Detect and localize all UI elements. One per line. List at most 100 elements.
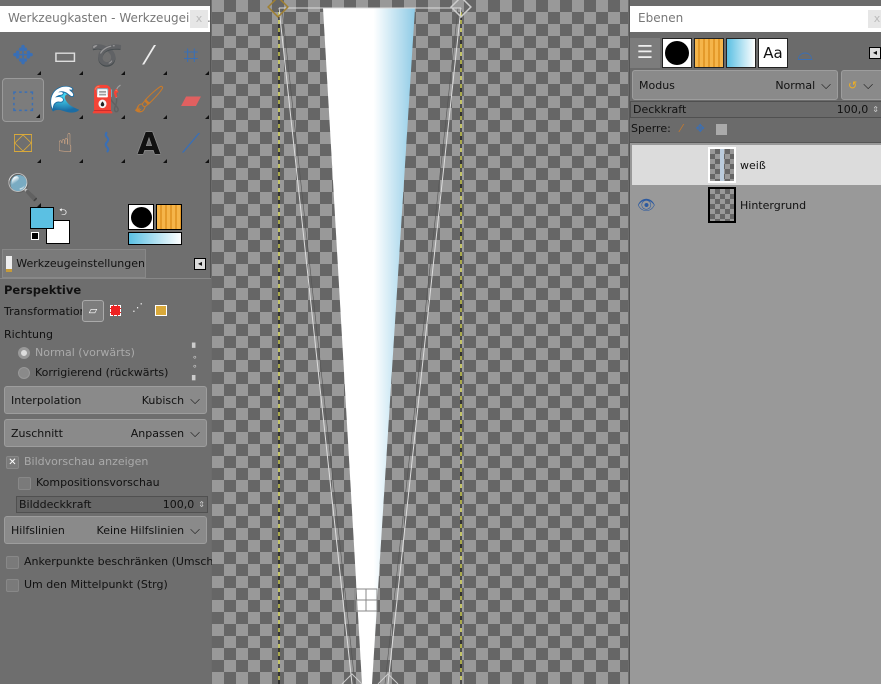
free-select-tool[interactable]: ➰	[86, 34, 128, 78]
paths-tool[interactable]: ⌇	[86, 122, 128, 166]
transform-layer-button[interactable]: ▱	[82, 300, 104, 322]
tool-options-tab[interactable]: Werkzeugeinstellungen	[2, 249, 146, 278]
layers-titlebar: Ebenen x	[630, 6, 881, 32]
eraser-tool[interactable]: ▰	[170, 78, 212, 122]
transformation-label: Transformation:	[4, 305, 91, 318]
eraser-icon: ▰	[181, 85, 201, 115]
paintbrush-tool[interactable]: 🖌	[128, 78, 170, 122]
lock-alpha-icon[interactable]	[716, 123, 728, 135]
image-opacity-value: 100,0	[162, 498, 195, 511]
lock-position-icon[interactable]: ✥	[696, 122, 705, 135]
layer-row-hintergrund[interactable]: 👁 Hintergrund	[632, 185, 881, 225]
show-preview-checkbox[interactable]: ✕ Bildvorschau anzeigen	[6, 455, 148, 469]
chevron-down-icon: ⌵	[863, 77, 874, 93]
easel-icon	[6, 255, 13, 272]
clone-tool[interactable]: ⛋	[2, 122, 44, 166]
free-select-icon: ➰	[90, 41, 124, 71]
bucket-fill-tool[interactable]: ⛽	[86, 78, 128, 122]
tool-presets-tab[interactable]: ⌓	[790, 38, 820, 68]
direction-normal-radio[interactable]: Normal (vorwärts)	[18, 346, 135, 359]
warp-icon: 🌊	[48, 85, 82, 115]
layer-name: Hintergrund	[740, 198, 807, 212]
layer-row-weiss[interactable]: weiß	[632, 145, 881, 185]
default-colors-icon[interactable]	[31, 232, 39, 240]
composited-preview-checkbox[interactable]: Kompositionsvorschau	[18, 476, 160, 490]
clipping-select[interactable]: Zuschnitt Anpassen ⌵	[4, 419, 207, 447]
layer-opacity-spinner[interactable]: Deckkraft 100,0 ⇕	[630, 101, 881, 118]
clipping-value: Anpassen	[130, 426, 185, 440]
direction-corrective-radio[interactable]: Korrigierend (rückwärts)	[18, 366, 168, 379]
color-picker-tool[interactable]: ⟋	[170, 122, 212, 166]
layer-mode-select[interactable]: Modus Normal ⌵	[632, 70, 838, 100]
clipping-label: Zuschnitt	[11, 426, 63, 440]
constrain-handles-label: Ankerpunkte beschränken (Umschalt)	[24, 555, 232, 568]
composited-preview-label: Kompositionsvorschau	[36, 476, 160, 489]
layers-panel: Ebenen x ☰ Aa ⌓ ◂ Modus Normal ⌵ ↺ ⌵ Deckkr…	[629, 0, 881, 684]
swap-colors-icon[interactable]: ⮌	[59, 205, 67, 222]
zoom-tool[interactable]: 🔍	[2, 166, 44, 210]
around-center-checkbox[interactable]: Um den Mittelpunkt (Strg)	[6, 578, 168, 592]
move-tool[interactable]: ✥	[2, 34, 44, 78]
show-preview-label: Bildvorschau anzeigen	[24, 455, 149, 468]
mode-value: Normal	[775, 78, 816, 92]
guides-select[interactable]: Hilfslinien Keine Hilfslinien ⌵	[4, 516, 207, 544]
eye-visibility-icon[interactable]: 👁	[637, 196, 656, 214]
tab-menu-icon[interactable]: ◂	[194, 258, 206, 270]
direction-corrective-label: Korrigierend (rückwärts)	[35, 366, 169, 379]
around-center-label: Um den Mittelpunkt (Strg)	[24, 578, 168, 591]
gradient-indicator[interactable]	[128, 232, 182, 245]
tool-options-tab-label: Werkzeugeinstellungen	[16, 257, 145, 270]
interpolation-select[interactable]: Interpolation Kubisch ⌵	[4, 386, 207, 414]
fuzzy-select-tool[interactable]: ⁄	[128, 34, 170, 78]
transform-selection-button[interactable]	[110, 305, 121, 316]
chain-link-icon[interactable]: ▘ ∘ ∘ ▖	[192, 345, 199, 381]
gradients-tab[interactable]	[726, 38, 756, 68]
image-opacity-label: Bilddeckkraft	[19, 498, 92, 511]
layers-close-button[interactable]: x	[868, 10, 881, 28]
zoom-icon: 🔍	[6, 173, 40, 203]
composite-mode-button[interactable]: ↺ ⌵	[841, 70, 881, 100]
rect-select-tool[interactable]: ▭	[44, 34, 86, 78]
pattern-indicator[interactable]	[156, 204, 182, 230]
paths-icon: ⌇	[100, 129, 114, 159]
constrain-handles-checkbox[interactable]: Ankerpunkte beschränken (Umschalt)	[6, 555, 232, 569]
canvas-drawing	[267, 0, 472, 684]
interpolation-label: Interpolation	[11, 393, 82, 407]
rect-select-icon: ▭	[52, 41, 78, 71]
tool-options-heading: Perspektive	[4, 283, 82, 297]
transform-path-button[interactable]: ⋰	[132, 301, 143, 314]
dock-tabs: ☰ Aa ⌓	[630, 38, 820, 68]
warp-tool[interactable]: 🌊	[44, 78, 86, 122]
lock-pixels-icon[interactable]: ⁄	[680, 122, 682, 135]
smudge-tool[interactable]: ☝	[44, 122, 86, 166]
spinner-arrows-icon[interactable]: ⇕	[198, 500, 205, 509]
layer-thumbnail	[708, 147, 736, 183]
layers-tab[interactable]: ☰	[630, 38, 660, 68]
move-icon: ✥	[12, 41, 34, 71]
layers-title: Ebenen	[638, 11, 684, 25]
spinner-arrows-icon[interactable]: ⇕	[872, 105, 879, 114]
fonts-tab[interactable]: Aa	[758, 38, 788, 68]
tool-grid: ✥ ▭ ➰ ⁄ ⌗ ⬚ 🌊 ⛽ 🖌 ▰ ⛋ ☝ ⌇ A ⟋ 🔍	[2, 34, 212, 210]
image-opacity-spinner[interactable]: Bilddeckkraft 100,0 ⇕	[16, 496, 208, 513]
crop-icon: ⌗	[183, 40, 199, 71]
patterns-tab[interactable]	[694, 38, 724, 68]
toolbox-close-button[interactable]: x	[190, 10, 208, 28]
chevron-down-icon: ⌵	[190, 392, 200, 408]
bucket-fill-icon: ⛽	[90, 85, 124, 115]
transform-image-button[interactable]	[155, 305, 167, 316]
tab-menu-icon[interactable]: ◂	[869, 47, 881, 59]
layer-name: weiß	[740, 158, 766, 172]
direction-normal-label: Normal (vorwärts)	[35, 346, 135, 359]
interpolation-value: Kubisch	[141, 393, 185, 407]
crop-tool[interactable]: ⌗	[170, 34, 212, 78]
lock-row: Sperre: ⁄ ✥	[631, 122, 728, 135]
image-canvas[interactable]	[212, 0, 628, 684]
perspective-tool[interactable]: ⬚	[2, 78, 44, 122]
brush-indicator[interactable]	[128, 204, 154, 230]
color-picker-icon: ⟋	[181, 128, 201, 159]
brushes-tab[interactable]	[662, 38, 692, 68]
text-tool[interactable]: A	[128, 122, 170, 166]
tool-options-panel: Perspektive Transformation: ▱ ⋰ Richtung…	[0, 278, 232, 684]
foreground-color-swatch[interactable]	[30, 207, 54, 229]
